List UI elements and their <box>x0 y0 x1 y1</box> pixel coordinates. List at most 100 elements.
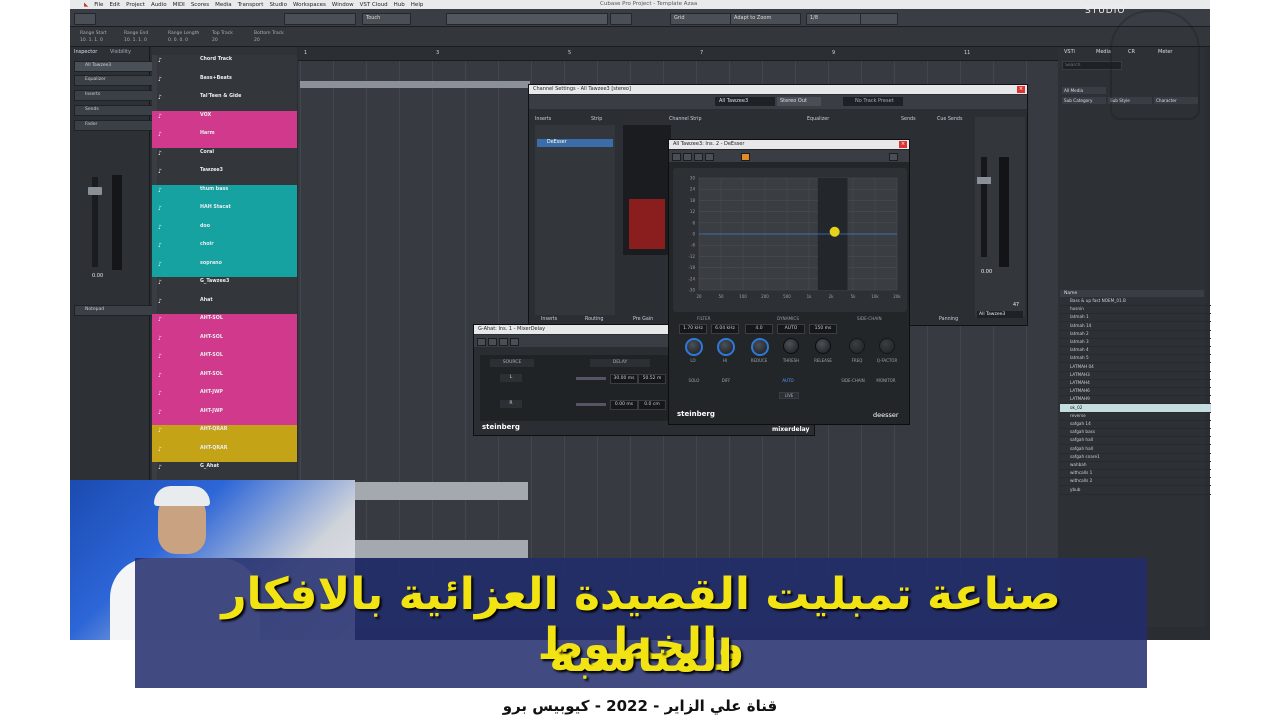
inspector-fader[interactable]: Fader <box>74 120 156 131</box>
live-button[interactable]: LIVE <box>779 392 799 399</box>
tab-vsti[interactable]: VSTi <box>1064 49 1075 55</box>
section-channel-strip[interactable]: Channel Strip <box>669 117 702 122</box>
diff-toggle[interactable]: DIFF <box>717 378 735 383</box>
delay-slider-left[interactable] <box>576 377 606 380</box>
menu-audio[interactable]: Audio <box>151 2 167 8</box>
release-knob[interactable] <box>815 338 831 354</box>
menu-studio[interactable]: Studio <box>269 2 287 8</box>
col-sub-category[interactable]: Sub Category <box>1062 97 1106 104</box>
delay-cm-right[interactable]: 0.0 cm <box>638 400 666 410</box>
solo-toggle[interactable]: SOLO <box>685 378 703 383</box>
track-row[interactable]: ♪ Tawzee3 <box>152 166 297 186</box>
range-start[interactable]: Range Start 10. 1. 1. 0 <box>80 30 107 44</box>
track-row[interactable]: ♪ VOX <box>152 110 297 130</box>
settings-icon[interactable] <box>889 153 898 161</box>
track-row[interactable]: ♪ choir <box>152 240 297 260</box>
menu-edit[interactable]: Edit <box>109 2 120 8</box>
track-color-swatch[interactable] <box>152 240 157 259</box>
toolbar-left-buttons[interactable] <box>74 13 96 25</box>
media-filter-select[interactable]: All Media <box>1062 87 1106 94</box>
track-color-swatch[interactable] <box>152 406 157 425</box>
section-sends[interactable]: Sends <box>901 117 916 122</box>
event-part[interactable] <box>300 81 530 88</box>
lo-freq-value[interactable]: 1.70 kHz <box>679 324 707 334</box>
section-cue-sends[interactable]: Cue Sends <box>937 117 962 122</box>
tab-visibility[interactable]: Visibility <box>110 49 131 55</box>
bottom-track[interactable]: Bottom Track 20 <box>254 30 284 44</box>
track-color-swatch[interactable] <box>152 443 157 462</box>
track-color-swatch[interactable] <box>152 462 157 481</box>
inspector-sends[interactable]: Sends <box>74 105 156 116</box>
track-color-swatch[interactable] <box>152 295 157 314</box>
auto-toggle[interactable]: AUTO <box>779 378 797 383</box>
track-row[interactable]: ♪ soprano <box>152 258 297 278</box>
q-factor-knob[interactable] <box>879 338 895 354</box>
tool-buttons[interactable] <box>446 13 608 25</box>
menu-project[interactable]: Project <box>126 2 145 8</box>
reduction-value[interactable]: 4.0 <box>745 324 773 334</box>
write-icon[interactable] <box>705 153 714 161</box>
track-row[interactable]: ♪ G_Ahat <box>152 462 297 482</box>
reduce-knob[interactable] <box>751 338 769 356</box>
track-color-swatch[interactable] <box>152 129 157 148</box>
inspector-equalizer[interactable]: Equalizer <box>74 75 156 86</box>
track-row[interactable]: ♪ Harm <box>152 129 297 149</box>
snap-type-select[interactable]: Grid <box>670 13 731 25</box>
lo-knob[interactable] <box>685 338 703 356</box>
track-row[interactable]: ♪ AHT-SOL <box>152 351 297 371</box>
source-left[interactable]: L <box>500 374 522 382</box>
sidechain-toggle[interactable]: SIDE-CHAIN <box>839 378 867 383</box>
threshold-value[interactable]: AUTO <box>777 324 805 334</box>
freq-knob[interactable] <box>849 338 865 354</box>
power-icon[interactable] <box>683 153 692 161</box>
track-color-swatch[interactable] <box>152 221 157 240</box>
track-color-swatch[interactable] <box>152 92 157 111</box>
track-row[interactable]: ♪ HAH Stacat <box>152 203 297 223</box>
inspector-track-name[interactable]: All Tawzee3 <box>74 61 156 72</box>
menu-workspaces[interactable]: Workspaces <box>293 2 326 8</box>
tab-inspector[interactable]: Inspector <box>74 49 97 55</box>
track-color-swatch[interactable] <box>152 110 157 129</box>
menu-window[interactable]: Window <box>332 2 354 8</box>
track-row[interactable]: ♪ AHT-QRAR <box>152 425 297 445</box>
track-row[interactable]: ♪ Chord Track <box>152 55 297 75</box>
channel-name-field[interactable]: All Tawzee3 <box>715 97 775 106</box>
track-row[interactable]: ♪ AHT-QRAR <box>152 443 297 463</box>
output-select[interactable]: Stereo Out <box>777 97 821 106</box>
track-row[interactable]: ♪ G_Tawzee3 <box>152 277 297 297</box>
track-color-swatch[interactable] <box>152 388 157 407</box>
track-row[interactable]: ♪ Bass+Beats <box>152 73 297 93</box>
top-track[interactable]: Top Track 20 <box>212 30 233 44</box>
track-color-swatch[interactable] <box>152 351 157 370</box>
menu-scores[interactable]: Scores <box>191 2 209 8</box>
track-row[interactable]: ♪ doo <box>152 221 297 241</box>
menu-transport[interactable]: Transport <box>238 2 264 8</box>
menu-media[interactable]: Media <box>215 2 232 8</box>
write-icon[interactable] <box>510 338 519 346</box>
tab-routing[interactable]: Routing <box>585 317 603 322</box>
event-part[interactable] <box>355 482 528 500</box>
menu-help[interactable]: Help <box>411 2 424 8</box>
media-list-item[interactable]: ybub <box>1060 486 1211 495</box>
track-row[interactable]: ♪ Tal'Teen & Gide <box>152 92 297 112</box>
band-handle[interactable] <box>829 226 840 237</box>
read-icon[interactable] <box>499 338 508 346</box>
results-header[interactable]: Name <box>1060 290 1204 297</box>
event-part[interactable] <box>355 540 528 558</box>
range-end[interactable]: Range End 10. 1. 1. 0 <box>124 30 148 44</box>
thresh-knob[interactable] <box>783 338 799 354</box>
track-color-swatch[interactable] <box>152 332 157 351</box>
snap-mode-select[interactable]: Adapt to Zoom <box>730 13 801 25</box>
source-right[interactable]: R <box>500 400 522 408</box>
menu-file[interactable]: File <box>94 2 103 8</box>
track-row[interactable]: ♪ AHT-JWP <box>152 388 297 408</box>
close-icon[interactable]: × <box>899 141 907 148</box>
channel-fader-handle[interactable] <box>977 177 991 184</box>
delay-ms-right[interactable]: 0.00 ms <box>610 400 638 410</box>
tab-panning[interactable]: Panning <box>939 317 958 322</box>
hi-knob[interactable] <box>717 338 735 356</box>
track-color-swatch[interactable] <box>152 73 157 92</box>
sidechain-icon[interactable] <box>741 153 750 161</box>
track-color-swatch[interactable] <box>152 314 157 333</box>
delay-cm-left[interactable]: 50.52 m <box>638 374 666 384</box>
